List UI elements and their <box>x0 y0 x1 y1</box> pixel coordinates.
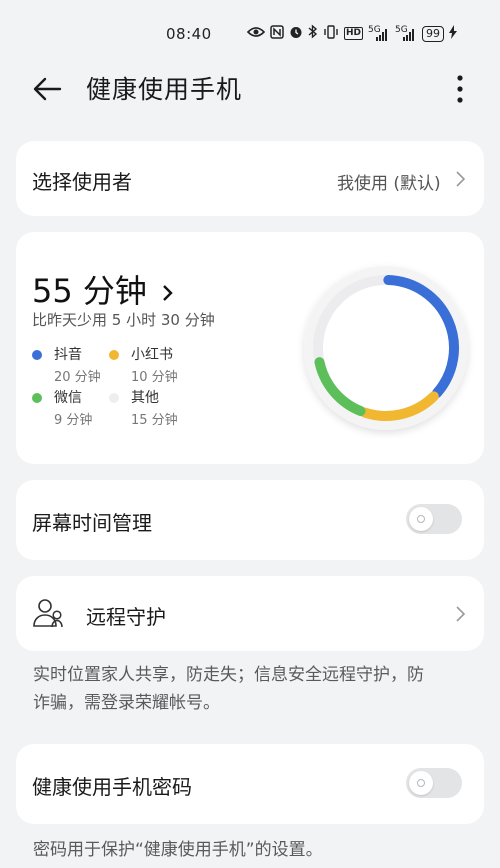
signal-5g-icon: 5G <box>395 25 417 41</box>
toggle-knob <box>409 771 433 795</box>
alarm-icon <box>289 25 303 43</box>
password-description: 密码用于保护“健康使用手机”的设置。 <box>33 840 323 860</box>
status-bar: 08:40 HD 5G 5G 99 <box>0 0 500 68</box>
legend-app-name: 其他 <box>131 390 159 406</box>
vibrate-icon <box>323 24 339 43</box>
nfc-icon <box>270 24 284 43</box>
legend-app-name: 小红书 <box>131 347 173 363</box>
arrow-left-icon <box>33 77 62 101</box>
password-label: 健康使用手机密码 <box>32 775 192 799</box>
remote-guard-description-line: 诈骗，需登录荣耀帐号。 <box>33 693 220 713</box>
legend-app-name: 抖音 <box>54 347 82 363</box>
family-users-icon <box>33 599 63 628</box>
password-toggle[interactable] <box>406 768 462 798</box>
remote-guard-row[interactable]: 远程守护 <box>16 576 484 651</box>
app-bar: 健康使用手机 <box>0 68 500 110</box>
back-button[interactable] <box>30 73 66 105</box>
usage-card[interactable]: 55 分钟 比昨天少用 5 小时 30 分钟 抖音 20 分钟 小红书 10 分… <box>16 232 484 464</box>
more-options-button[interactable] <box>446 72 474 106</box>
legend-app-time: 20 分钟 <box>54 370 101 385</box>
page-title: 健康使用手机 <box>86 75 243 104</box>
legend-app-time: 10 分钟 <box>131 370 178 385</box>
chevron-right-icon <box>163 285 173 301</box>
charging-icon <box>449 24 458 43</box>
password-row: 健康使用手机密码 <box>16 744 484 824</box>
usage-total-value: 55 分钟 <box>32 272 147 310</box>
chevron-right-icon <box>456 171 466 187</box>
remote-guard-label: 远程守护 <box>86 605 166 629</box>
choose-user-value: 我使用 (默认) <box>337 174 441 194</box>
eye-icon <box>246 26 266 42</box>
signal-5g-icon: 5G <box>368 25 390 41</box>
remote-guard-description-line: 实时位置家人共享，防走失；信息安全远程守护，防 <box>33 665 424 685</box>
usage-donut-chart <box>304 266 468 430</box>
screen-time-label: 屏幕时间管理 <box>32 511 152 535</box>
usage-compare: 比昨天少用 5 小时 30 分钟 <box>32 311 215 329</box>
screen-time-row: 屏幕时间管理 <box>16 480 484 560</box>
legend-app-time: 15 分钟 <box>131 413 178 428</box>
toggle-knob <box>409 507 433 531</box>
remote-guard-description: 实时位置家人共享，防走失；信息安全远程守护，防 诈骗，需登录荣耀帐号。 <box>33 661 424 717</box>
usage-total[interactable]: 55 分钟 <box>32 266 175 312</box>
legend-dot <box>32 350 42 360</box>
bluetooth-icon <box>308 24 318 43</box>
legend-dot <box>32 393 42 403</box>
legend-dot <box>109 393 119 403</box>
chevron-right-icon <box>456 606 466 622</box>
hd-icon: HD <box>344 27 364 40</box>
legend-app-name: 微信 <box>54 390 82 406</box>
legend-app-time: 9 分钟 <box>54 413 93 428</box>
status-icons: HD 5G 5G 99 <box>246 24 458 43</box>
more-vertical-icon <box>457 75 463 103</box>
screen-time-toggle[interactable] <box>406 504 462 534</box>
choose-user-label: 选择使用者 <box>32 170 132 194</box>
battery-icon: 99 <box>422 25 445 42</box>
legend-dot <box>109 350 119 360</box>
choose-user-row[interactable]: 选择使用者 我使用 (默认) <box>16 141 484 216</box>
status-time: 08:40 <box>166 25 212 43</box>
